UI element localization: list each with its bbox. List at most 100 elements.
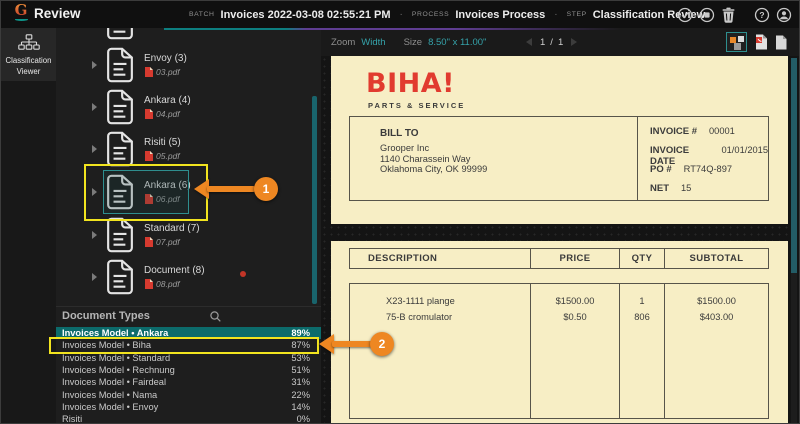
prev-page-icon[interactable] — [526, 38, 532, 46]
bill-to-line: 1140 Charassein Way — [380, 153, 471, 164]
col-qty: 1 806 — [620, 284, 665, 418]
help-icon[interactable]: ? — [754, 7, 770, 23]
table-cell: $1500.00 — [697, 296, 736, 306]
tree-item-file: 04.pdf — [156, 108, 180, 119]
batch-label: BATCH — [189, 11, 215, 18]
task-complete-icon[interactable] — [677, 7, 693, 23]
tree-item-document8[interactable]: Document (8) 08.pdf — [92, 255, 307, 298]
pdf-icon — [145, 150, 153, 161]
sidebar-item-label: Classification — [5, 56, 52, 65]
invoice-number-value: 00001 — [709, 126, 735, 136]
expand-arrow-icon[interactable] — [92, 144, 97, 153]
expand-arrow-icon[interactable] — [92, 102, 97, 111]
doc-type-row-nama[interactable]: Invoices Model • Nama 22% — [56, 389, 321, 401]
tree-item-envoy[interactable]: Envoy (3) 03.pdf — [92, 43, 307, 86]
table-cell: $403.00 — [699, 312, 734, 322]
document-icon — [107, 217, 133, 252]
annotation-highlight-box-1 — [84, 164, 208, 221]
net-label: NET — [650, 183, 669, 194]
page-navigation: 1 / 1 — [526, 28, 578, 56]
left-rail: Classification Viewer — [1, 28, 56, 423]
size-value[interactable]: 8.50" x 11.00" — [428, 37, 486, 48]
pdf-export-icon[interactable] — [754, 34, 768, 50]
pdf-icon — [145, 108, 153, 119]
next-page-icon[interactable] — [571, 38, 578, 46]
viewer-scrollbar[interactable] — [791, 58, 797, 423]
hierarchy-icon — [17, 34, 40, 50]
expand-arrow-icon[interactable] — [92, 60, 97, 69]
doc-type-row-fairdeal[interactable]: Invoices Model • Fairdeal 31% — [56, 376, 321, 388]
sidebar-item-classification-viewer[interactable]: Classification Viewer — [1, 28, 56, 81]
doc-type-confidence: 51% — [291, 365, 310, 375]
invoice-meta-block: INVOICE #00001 INVOICE DATE 01/01/2015 PO… — [650, 126, 768, 202]
size-label: Size — [403, 36, 423, 48]
page-separator: / — [550, 36, 553, 48]
doc-type-confidence: 31% — [291, 377, 310, 387]
doc-type-confidence: 53% — [291, 353, 310, 363]
stop-icon[interactable] — [699, 7, 715, 23]
callout-number-2: 2 — [370, 332, 394, 356]
expand-arrow-icon[interactable] — [92, 272, 97, 281]
batch-value: Invoices 2022-03-08 02:55:21 PM — [220, 8, 391, 21]
tree-item-ankara4[interactable]: Ankara (4) 04.pdf — [92, 85, 307, 128]
page-total: 1 — [557, 36, 564, 48]
doc-type-confidence: 22% — [291, 390, 310, 400]
document-icon — [107, 259, 133, 294]
account-icon[interactable] — [776, 7, 792, 23]
tree-item-label: Risiti (5) — [144, 136, 181, 148]
zoom-label: Zoom — [331, 36, 356, 48]
doc-type-label: Invoices Model • Envoy — [62, 402, 159, 412]
document-icon — [107, 131, 133, 166]
po-number-value: RT74Q-897 — [683, 164, 733, 174]
top-bar: G Review BATCH Invoices 2022-03-08 02:55… — [1, 1, 799, 28]
doc-type-row-risiti[interactable]: Risiti 0% — [56, 413, 321, 423]
tree-item-label: Document (8) — [144, 264, 205, 276]
tree-scrollbar[interactable] — [312, 96, 317, 304]
bill-to-line: Oklahoma City, OK 99999 — [380, 164, 488, 174]
document-icon — [107, 47, 133, 82]
doc-type-row-envoy[interactable]: Invoices Model • Envoy 14% — [56, 401, 321, 413]
thumbnails-icon[interactable] — [726, 32, 747, 52]
process-label: PROCESS — [411, 11, 450, 18]
trash-icon[interactable] — [721, 7, 736, 23]
sidebar-item-label: Viewer — [16, 67, 41, 76]
viewer-toolbar: Zoom Width Size 8.50" x 11.00" 1 / 1 — [321, 28, 799, 56]
document-viewer: Zoom Width Size 8.50" x 11.00" 1 / 1 BIH… — [321, 28, 799, 423]
tree-item-file: 07.pdf — [156, 236, 180, 247]
step-label: STEP — [566, 11, 587, 18]
table-cell: X23-1111 plange — [386, 296, 455, 306]
search-icon[interactable] — [209, 310, 222, 323]
separator-dot: · — [554, 9, 558, 20]
col-subtotal: $1500.00 $403.00 — [665, 284, 768, 418]
viewer-canvas[interactable]: BIHA! PARTS & SERVICE BILL TO Grooper In… — [321, 56, 799, 423]
doc-type-label: Invoices Model • Rechnung — [62, 365, 175, 375]
svg-text:?: ? — [759, 10, 764, 20]
bill-to-label: BILL TO — [380, 128, 419, 139]
tree-item-label: Ankara (4) — [144, 94, 191, 106]
viewer-scrollbar-thumb[interactable] — [791, 58, 797, 273]
zoom-value[interactable]: Width — [361, 37, 385, 48]
table-cell: 75-B cromulator — [386, 312, 453, 322]
invoice-date-value: 01/01/2015 — [721, 145, 768, 155]
doc-type-row-rechnung[interactable]: Invoices Model • Rechnung 51% — [56, 364, 321, 376]
progress-divider — [164, 28, 621, 30]
invoice-table-body: X23-1111 plange 75-B cromulator $1500.00… — [349, 283, 769, 419]
pdf-icon — [145, 236, 153, 247]
invoice-table-header: DESCRIPTION PRICE QTY SUBTOTAL — [349, 248, 769, 269]
col-price: $1500.00 $0.50 — [531, 284, 620, 418]
callout-number-1: 1 — [254, 177, 278, 201]
breadcrumb: BATCH Invoices 2022-03-08 02:55:21 PM · … — [189, 1, 705, 28]
expand-arrow-icon[interactable] — [92, 230, 97, 239]
invoice-number-label: INVOICE # — [650, 126, 697, 137]
tree-item-label: Standard (7) — [144, 222, 200, 234]
page-title: Review — [34, 6, 81, 21]
tree-item-02[interactable]: 02.pdf — [92, 28, 307, 43]
doc-type-label: Invoices Model • Fairdeal — [62, 377, 167, 387]
flag-dot-icon — [240, 271, 246, 277]
invoice-tagline: PARTS & SERVICE — [368, 101, 466, 110]
tree-item-file: 08.pdf — [156, 278, 180, 289]
grooper-logo-icon[interactable]: G — [11, 3, 31, 21]
doc-type-label: Invoices Model • Nama — [62, 390, 158, 400]
page-icon[interactable] — [775, 35, 787, 50]
invoice-page-table-section: DESCRIPTION PRICE QTY SUBTOTAL X23-1111 … — [331, 241, 788, 423]
